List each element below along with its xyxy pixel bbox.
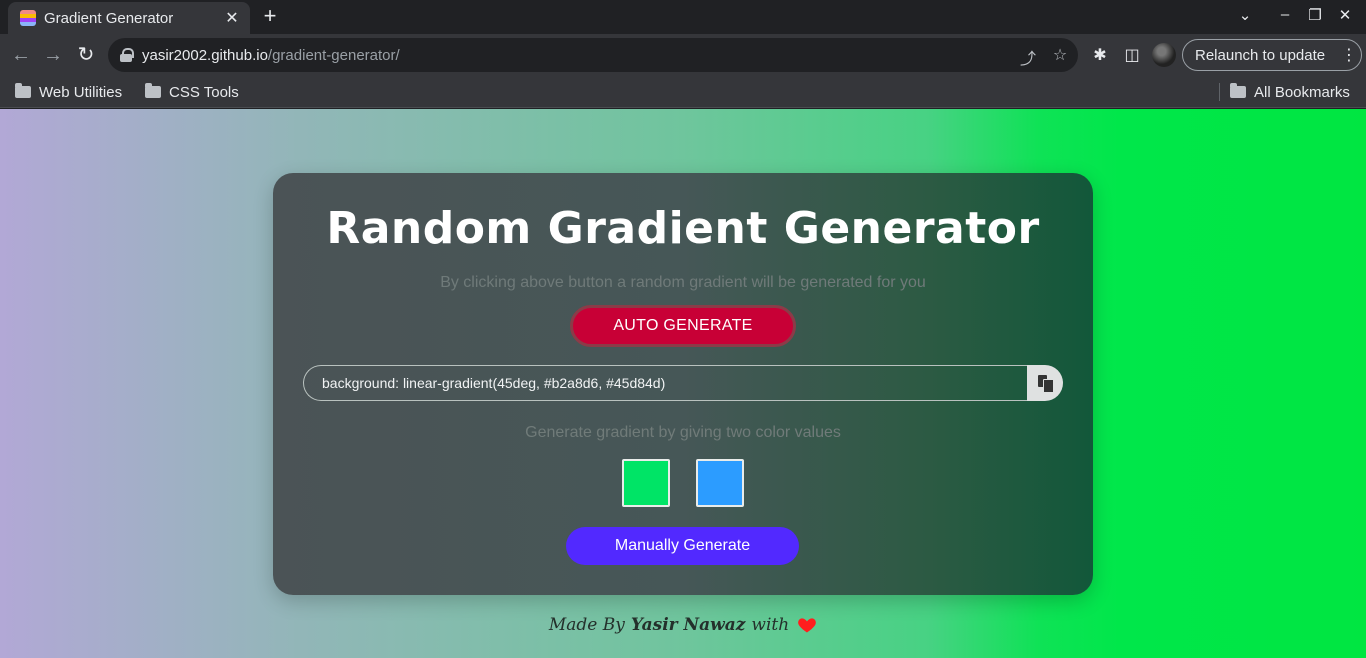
- tab-strip: Gradient Generator ✕ + ⌄ – ❐ ✕: [0, 0, 1366, 34]
- generator-card: Random Gradient Generator By clicking ab…: [273, 173, 1093, 595]
- bookmarks-bar: Web Utilities CSS Tools All Bookmarks: [0, 76, 1366, 108]
- profile-avatar[interactable]: [1152, 43, 1176, 67]
- page-background: Random Gradient Generator By clicking ab…: [0, 109, 1366, 658]
- lock-icon[interactable]: [120, 48, 134, 62]
- minimize-icon[interactable]: –: [1274, 6, 1296, 23]
- close-tab-icon[interactable]: ✕: [222, 8, 242, 28]
- manual-description: Generate gradient by giving two color va…: [525, 424, 841, 441]
- restore-icon[interactable]: ❐: [1304, 6, 1326, 24]
- forward-icon[interactable]: →: [40, 42, 66, 68]
- footer-suffix: with: [751, 615, 790, 635]
- all-bookmarks-button[interactable]: All Bookmarks: [1230, 81, 1350, 103]
- close-window-icon[interactable]: ✕: [1334, 6, 1356, 24]
- url-host: yasir2002.github.io: [142, 46, 268, 64]
- folder-icon: [145, 83, 161, 98]
- copy-button[interactable]: [1027, 365, 1063, 401]
- all-bookmarks-label: All Bookmarks: [1254, 83, 1350, 101]
- heart-icon: [798, 618, 817, 633]
- favicon-icon: [20, 10, 36, 26]
- bookmark-web-utilities[interactable]: Web Utilities: [15, 81, 122, 103]
- url-path: /gradient-generator/: [267, 46, 400, 64]
- share-icon[interactable]: ⤴: [1018, 45, 1038, 69]
- color-picker-1[interactable]: [622, 459, 670, 507]
- tab-title: Gradient Generator: [44, 9, 174, 27]
- browser-toolbar: ← → ↻ yasir2002.github.io /gradient-gene…: [0, 34, 1366, 76]
- footer: Made By Yasir Nawaz with: [0, 615, 1366, 635]
- footer-prefix: Made By: [548, 615, 625, 635]
- folder-icon: [1230, 83, 1246, 98]
- footer-author: Yasir Nawaz: [630, 615, 746, 635]
- address-bar[interactable]: yasir2002.github.io /gradient-generator/…: [108, 38, 1078, 72]
- folder-icon: [15, 83, 31, 98]
- auto-description: By clicking above button a random gradie…: [440, 274, 926, 291]
- menu-kebab-icon[interactable]: ⋮: [1337, 45, 1361, 65]
- auto-generate-button[interactable]: AUTO GENERATE: [570, 305, 796, 347]
- back-icon[interactable]: ←: [8, 42, 34, 68]
- relaunch-button[interactable]: Relaunch to update ⋮: [1182, 39, 1362, 71]
- color-picker-2[interactable]: [696, 459, 744, 507]
- new-tab-button[interactable]: +: [258, 4, 282, 28]
- bookmark-star-icon[interactable]: ☆: [1050, 45, 1070, 65]
- tab-gradient-generator[interactable]: Gradient Generator ✕: [8, 2, 250, 34]
- manually-generate-button[interactable]: Manually Generate: [566, 527, 799, 565]
- relaunch-label: Relaunch to update: [1195, 46, 1326, 64]
- bookmarks-divider: [1219, 83, 1220, 101]
- side-panel-icon[interactable]: ◫: [1121, 45, 1143, 65]
- bookmark-label: CSS Tools: [169, 83, 239, 101]
- bookmark-css-tools[interactable]: CSS Tools: [145, 81, 239, 103]
- extensions-icon[interactable]: ✱: [1089, 45, 1111, 65]
- gradient-code-field[interactable]: background: linear-gradient(45deg, #b2a8…: [303, 365, 1027, 401]
- bookmark-label: Web Utilities: [39, 83, 123, 101]
- reload-icon[interactable]: ↻: [73, 42, 99, 68]
- page-title: Random Gradient Generator: [326, 203, 1040, 254]
- tab-search-icon[interactable]: ⌄: [1234, 6, 1256, 24]
- copy-icon: [1038, 375, 1054, 393]
